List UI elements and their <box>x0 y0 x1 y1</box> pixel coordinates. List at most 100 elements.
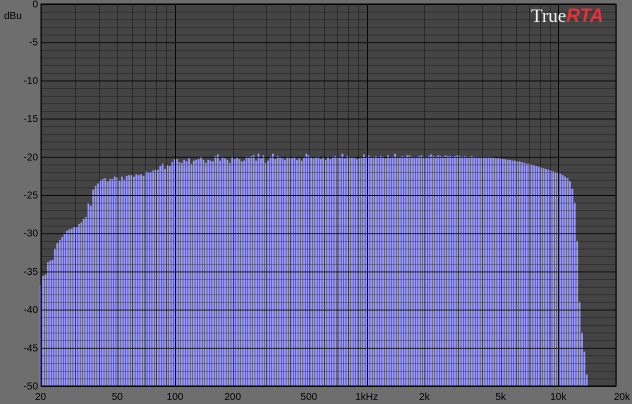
spectrum-bar <box>437 155 440 386</box>
spectrum-bar <box>207 159 210 386</box>
spectrum-bar <box>243 160 246 386</box>
spectrum-bar <box>375 156 377 386</box>
spectrum-bar <box>97 183 99 386</box>
y-tick-label: -20 <box>24 152 39 163</box>
x-tick-label: 5k <box>495 392 507 403</box>
spectrum-bar <box>44 274 47 386</box>
spectrum-bar <box>530 164 533 386</box>
x-tick-label: 500 <box>301 392 318 403</box>
spectrum-bar <box>324 159 327 386</box>
spectrum-bar <box>513 160 516 386</box>
spectrum-bar <box>552 171 555 386</box>
spectrum-bar <box>47 262 49 386</box>
spectrum-bar <box>149 172 152 386</box>
spectrum-bar <box>578 301 581 386</box>
spectrum-bar <box>463 156 466 386</box>
spectrum-bar <box>583 351 586 386</box>
spectrum-bar <box>439 156 442 386</box>
spectrum-bars <box>39 153 588 386</box>
spectrum-bar <box>106 181 109 386</box>
spectrum-bar <box>111 178 114 386</box>
x-tick-label: 1kHz <box>355 392 378 403</box>
logo-rta-text: RTA <box>566 6 603 27</box>
spectrum-bar <box>545 169 547 386</box>
spectrum-bar <box>262 155 265 386</box>
spectrum-bar <box>363 154 365 386</box>
spectrum-bar <box>216 154 219 386</box>
y-tick-labels: 0 -5 -10 -15 -20 -25 -30 -35 -40 -45 -50 <box>24 0 39 393</box>
spectrum-bar <box>523 162 526 386</box>
spectrum-bar <box>300 160 303 386</box>
spectrum-bar <box>73 227 76 386</box>
spectrum-bar <box>202 159 205 386</box>
spectrum-bar <box>564 176 567 386</box>
spectrum-bar <box>506 159 509 386</box>
y-tick-label: -40 <box>24 305 39 316</box>
spectrum-bar <box>233 159 236 386</box>
spectrum-bar <box>238 159 241 386</box>
spectrum-bar <box>257 153 260 386</box>
spectrum-bar <box>89 205 92 386</box>
spectrum-bar <box>161 163 164 386</box>
spectrum-bar <box>274 159 277 386</box>
spectrum-bar <box>480 156 483 386</box>
spectrum-bar <box>367 155 370 386</box>
spectrum-bar <box>504 159 507 386</box>
spectrum-bar <box>147 172 150 386</box>
spectrum-bar <box>509 159 511 386</box>
spectrum-bar <box>391 156 394 386</box>
spectrum-bar <box>427 156 430 386</box>
spectrum-bar <box>461 156 464 386</box>
spectrum-bar <box>466 156 468 386</box>
spectrum-bar <box>51 259 54 386</box>
spectrum-bar <box>334 156 337 386</box>
spectrum-bar <box>370 156 373 386</box>
spectrum-bar <box>341 153 344 386</box>
spectrum-bar <box>444 155 447 386</box>
spectrum-bar <box>442 156 444 386</box>
spectrum-bar <box>473 156 476 386</box>
spectrum-bar <box>137 175 140 386</box>
spectrum-bar <box>113 176 116 386</box>
spectrum-bar <box>85 217 87 386</box>
spectrum-bar <box>214 156 217 386</box>
spectrum-bar <box>293 156 296 386</box>
spectrum-bar <box>346 156 349 386</box>
spectrum-bar <box>408 155 411 386</box>
spectrum-bar <box>446 156 449 386</box>
spectrum-bar <box>566 178 569 386</box>
spectrum-bar <box>559 173 562 386</box>
spectrum-bar <box>449 156 452 386</box>
x-tick-labels: 20 50 100 200 500 1kHz 2k 5k 10k 20k <box>35 392 631 403</box>
spectrum-bar <box>101 178 104 386</box>
spectrum-bar <box>403 156 406 386</box>
spectrum-bar <box>42 275 45 386</box>
spectrum-bar <box>415 156 418 386</box>
y-tick-label: -50 <box>24 382 39 393</box>
spectrum-bar <box>272 153 274 386</box>
spectrum-bar <box>305 153 308 386</box>
spectrum-bar <box>135 174 138 386</box>
spectrum-bar <box>140 174 143 386</box>
spectrum-bar <box>267 160 270 386</box>
spectrum-bar <box>456 155 459 386</box>
spectrum-bar <box>396 156 399 386</box>
spectrum-bar <box>197 159 200 386</box>
spectrum-bar <box>295 159 298 386</box>
spectrum-bar <box>487 156 490 386</box>
logo-true-text: True <box>531 6 566 27</box>
spectrum-bar <box>420 155 423 386</box>
spectrum-bar <box>547 169 550 386</box>
spectrum-chart: 0-5-10-15-20-25-30-35-40-45-50 20 50 100 20… <box>4 0 631 403</box>
spectrum-bar <box>252 155 255 386</box>
spectrum-bar <box>168 165 171 386</box>
spectrum-bar <box>387 155 389 386</box>
spectrum-bar <box>231 156 234 386</box>
spectrum-bar <box>121 176 123 386</box>
spectrum-bar <box>166 165 169 386</box>
spectrum-bar <box>109 178 111 386</box>
spectrum-bar <box>190 163 193 386</box>
spectrum-bar <box>226 159 229 386</box>
spectrum-bar <box>576 240 579 386</box>
spectrum-bar <box>159 165 162 386</box>
